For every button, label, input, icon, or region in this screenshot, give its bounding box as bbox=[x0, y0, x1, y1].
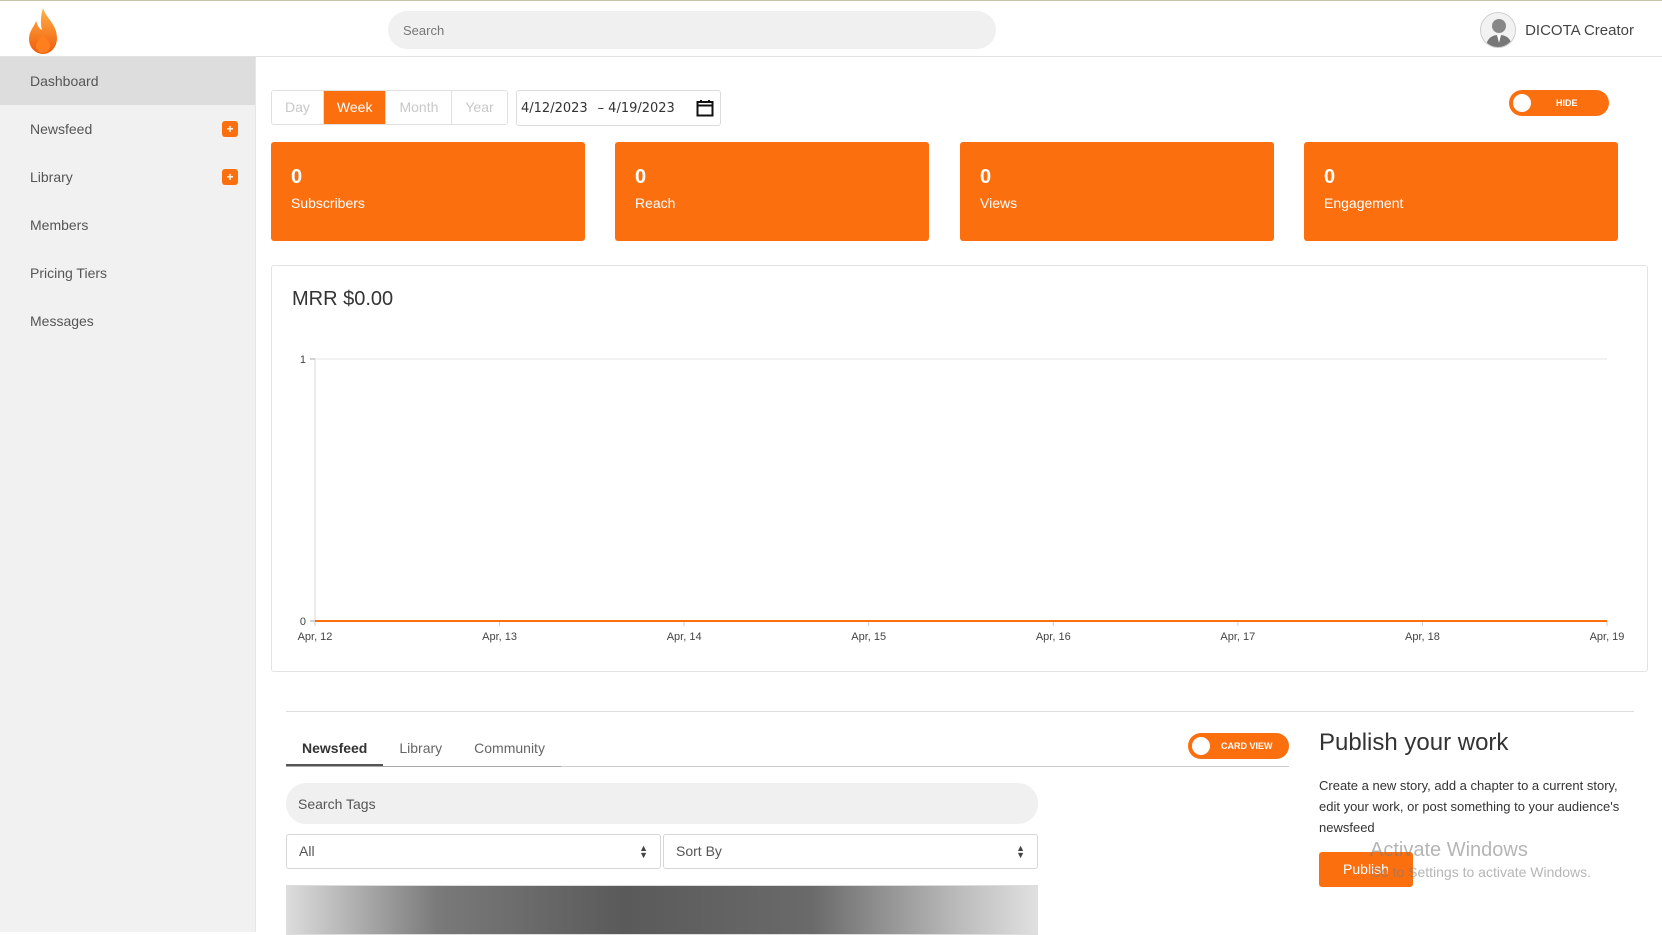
stat-label: Reach bbox=[635, 195, 676, 211]
add-newsfeed-plus-icon[interactable]: + bbox=[222, 121, 238, 137]
stat-card-reach: 0 Reach bbox=[615, 142, 929, 241]
tab-community[interactable]: Community bbox=[458, 730, 561, 766]
user-menu[interactable]: DICOTA Creator bbox=[1480, 12, 1634, 48]
stat-card-views: 0 Views bbox=[960, 142, 1274, 241]
select-arrows-icon: ▲ ▼ bbox=[639, 843, 648, 860]
y-tick-label: 1 bbox=[300, 354, 306, 366]
watermark-line2: Go to Settings to activate Windows. bbox=[1370, 864, 1591, 880]
sidebar-item-label: Messages bbox=[30, 313, 94, 329]
tabs-underline bbox=[561, 766, 1289, 767]
stat-card-engagement: 0 Engagement bbox=[1304, 142, 1618, 241]
sidebar-item-newsfeed[interactable]: Newsfeed + bbox=[0, 105, 255, 153]
date-range-input[interactable]: 4/12/2023 – 4/19/2023 bbox=[516, 90, 721, 126]
stat-label: Engagement bbox=[1324, 195, 1404, 211]
hide-toggle[interactable]: HIDE bbox=[1509, 90, 1609, 116]
date-start[interactable]: 4/12/2023 bbox=[521, 101, 588, 116]
flame-logo-icon[interactable] bbox=[26, 7, 60, 55]
avatar[interactable] bbox=[1480, 12, 1517, 48]
sidebar: Dashboard Newsfeed + Library + Members P… bbox=[0, 57, 256, 932]
stat-label: Subscribers bbox=[291, 195, 365, 211]
section-divider bbox=[286, 711, 1634, 712]
stat-card-subscribers: 0 Subscribers bbox=[271, 142, 585, 241]
x-tick-label: Apr, 14 bbox=[667, 631, 702, 643]
publish-description: Create a new story, add a chapter to a c… bbox=[1319, 778, 1620, 835]
stat-value: 0 bbox=[980, 166, 992, 188]
mrr-chart: 0 1 Apr, 12 Apr, 13 Apr, 14 Apr, 15 Apr, 16 Apr… bbox=[298, 354, 1625, 643]
period-selector: Day Week Month Year bbox=[271, 90, 508, 125]
select-arrows-icon: ▲ ▼ bbox=[1016, 843, 1025, 860]
sidebar-item-label: Members bbox=[30, 217, 89, 233]
post-preview-image[interactable] bbox=[286, 885, 1038, 935]
x-tick-label: Apr, 13 bbox=[482, 631, 517, 643]
x-tick-label: Apr, 19 bbox=[1590, 631, 1625, 643]
tab-library[interactable]: Library bbox=[383, 730, 458, 766]
sidebar-item-label: Dashboard bbox=[30, 73, 99, 89]
sidebar-item-pricing-tiers[interactable]: Pricing Tiers bbox=[0, 249, 255, 297]
date-separator: – bbox=[597, 100, 605, 116]
y-tick-label: 0 bbox=[300, 616, 306, 628]
sidebar-item-label: Library bbox=[30, 169, 73, 185]
sidebar-item-library[interactable]: Library + bbox=[0, 153, 255, 201]
mrr-chart-panel: 0 1 Apr, 12 Apr, 13 Apr, 14 Apr, 15 Apr, 16 Apr… bbox=[271, 265, 1648, 672]
toggle-knob bbox=[1192, 737, 1210, 755]
username[interactable]: DICOTA Creator bbox=[1525, 22, 1634, 39]
feed-tabs: Newsfeed Library Community bbox=[286, 730, 561, 767]
sidebar-item-label: Newsfeed bbox=[30, 121, 93, 137]
sort-select[interactable]: Sort By ▲ ▼ bbox=[663, 834, 1038, 869]
publish-title: Publish your work bbox=[1319, 729, 1509, 756]
watermark-line1: Activate Windows bbox=[1370, 839, 1528, 861]
user-avatar-icon bbox=[1481, 13, 1516, 47]
add-library-plus-icon[interactable]: + bbox=[222, 169, 238, 185]
period-month-button[interactable]: Month bbox=[386, 91, 453, 124]
filter-select[interactable]: All ▲ ▼ bbox=[286, 834, 661, 869]
stat-label: Views bbox=[980, 195, 1018, 211]
sidebar-item-dashboard[interactable]: Dashboard bbox=[0, 57, 255, 105]
sidebar-item-messages[interactable]: Messages bbox=[0, 297, 255, 345]
sidebar-item-members[interactable]: Members bbox=[0, 201, 255, 249]
date-end[interactable]: 4/19/2023 bbox=[608, 101, 675, 116]
period-week-button[interactable]: Week bbox=[323, 91, 387, 124]
period-day-button[interactable]: Day bbox=[272, 91, 324, 124]
calendar-icon[interactable] bbox=[696, 99, 714, 117]
x-tick-label: Apr, 12 bbox=[298, 631, 333, 643]
period-year-button[interactable]: Year bbox=[452, 91, 507, 124]
stat-value: 0 bbox=[1324, 166, 1336, 188]
tab-newsfeed[interactable]: Newsfeed bbox=[286, 730, 384, 766]
x-tick-label: Apr, 18 bbox=[1405, 631, 1440, 643]
stat-value: 0 bbox=[635, 166, 647, 188]
card-view-toggle-label: CARD VIEW bbox=[1221, 741, 1273, 751]
search-tags-input[interactable] bbox=[286, 783, 1038, 824]
toggle-knob bbox=[1513, 94, 1531, 112]
top-bar: DICOTA Creator bbox=[0, 0, 1662, 57]
sort-select-value: Sort By bbox=[676, 843, 722, 859]
sidebar-item-label: Pricing Tiers bbox=[30, 265, 108, 281]
mrr-title: MRR $0.00 bbox=[292, 288, 394, 310]
stat-value: 0 bbox=[291, 166, 303, 188]
card-view-toggle[interactable]: CARD VIEW bbox=[1188, 733, 1289, 759]
x-tick-label: Apr, 15 bbox=[851, 631, 886, 643]
search-input[interactable] bbox=[388, 11, 996, 49]
x-tick-label: Apr, 16 bbox=[1036, 631, 1071, 643]
hide-toggle-label: HIDE bbox=[1556, 98, 1578, 108]
filter-select-value: All bbox=[299, 843, 315, 859]
windows-activation-watermark: Activate Windows Go to Settings to activ… bbox=[1370, 839, 1591, 880]
x-tick-label: Apr, 17 bbox=[1220, 631, 1255, 643]
